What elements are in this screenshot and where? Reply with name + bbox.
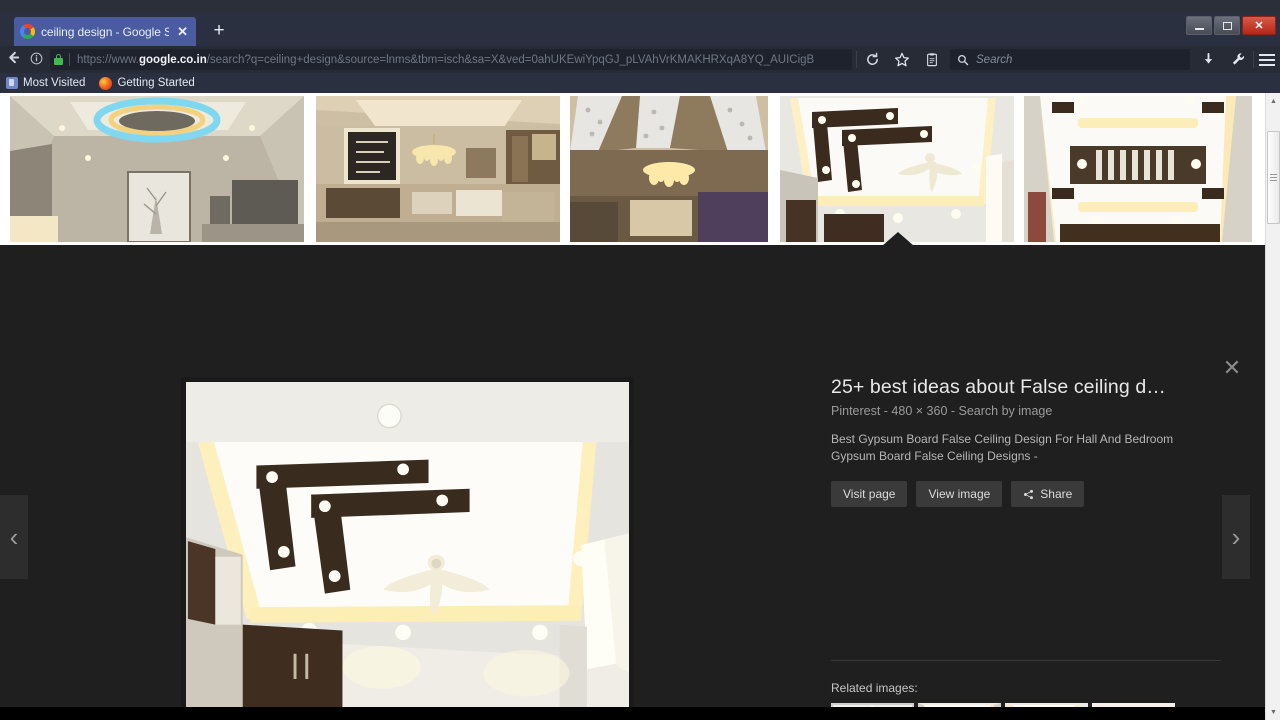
lock-icon xyxy=(54,54,63,65)
visit-page-label: Visit page xyxy=(843,487,896,502)
preview-image[interactable] xyxy=(186,382,629,712)
result-thumbnail[interactable] xyxy=(10,96,304,242)
most-visited-icon xyxy=(6,77,18,89)
related-images-label: Related images: xyxy=(831,681,918,695)
image-results-row-top xyxy=(0,93,1265,245)
tab-close-icon[interactable]: ✕ xyxy=(175,25,190,38)
google-icon xyxy=(20,24,35,39)
back-button[interactable] xyxy=(0,50,26,69)
image-description: Best Gypsum Board False Ceiling Design F… xyxy=(831,432,1174,464)
url-text: https://www.google.co.in/search?q=ceilin… xyxy=(77,53,815,66)
scroll-up-arrow-icon[interactable]: ▲ xyxy=(1266,93,1280,109)
search-bar[interactable]: Search xyxy=(950,49,1190,70)
chevron-right-icon: › xyxy=(1231,522,1241,552)
browser-window: ceiling design - Google Searc ✕ + ✕ http… xyxy=(0,0,1280,720)
next-image-button[interactable]: › xyxy=(1222,495,1250,579)
section-divider xyxy=(831,660,1221,661)
close-window-button[interactable]: ✕ xyxy=(1242,16,1276,35)
bookmark-most-visited[interactable]: Most Visited xyxy=(6,77,85,89)
view-image-label: View image xyxy=(928,487,991,502)
tab-ceiling-design[interactable]: ceiling design - Google Searc ✕ xyxy=(14,17,196,46)
reader-list-icon[interactable] xyxy=(917,48,947,72)
bookmarks-toolbar: Most Visited Getting Started xyxy=(0,73,1280,93)
visit-page-button[interactable]: Visit page xyxy=(831,481,908,508)
bookmark-label: Most Visited xyxy=(23,77,86,89)
previous-image-button[interactable]: ‹ xyxy=(0,495,28,579)
result-thumbnail[interactable] xyxy=(1024,96,1252,242)
tools-wrench-icon[interactable] xyxy=(1223,48,1253,72)
download-icon[interactable] xyxy=(1193,48,1223,72)
share-icon xyxy=(1024,489,1034,500)
bookmark-star-icon[interactable] xyxy=(887,48,917,72)
hamburger-menu-icon[interactable] xyxy=(1254,48,1280,72)
reload-icon[interactable] xyxy=(857,48,887,72)
navigation-toolbar: https://www.google.co.in/search?q=ceilin… xyxy=(0,46,1280,73)
page-scrollbar[interactable]: ▲ ▼ xyxy=(1265,93,1280,720)
tab-strip: ceiling design - Google Searc ✕ + xyxy=(0,14,1280,46)
firefox-icon xyxy=(99,76,113,90)
site-info-icon[interactable] xyxy=(26,52,46,68)
bookmark-label: Getting Started xyxy=(117,77,195,89)
window-controls: ✕ xyxy=(1184,16,1276,36)
preview-image-frame xyxy=(181,377,634,717)
title-bar xyxy=(0,0,1280,14)
bookmark-getting-started[interactable]: Getting Started xyxy=(99,76,195,90)
url-bar[interactable]: https://www.google.co.in/search?q=ceilin… xyxy=(50,49,852,70)
view-image-button[interactable]: View image xyxy=(916,481,1003,508)
search-placeholder: Search xyxy=(976,53,1013,66)
share-label: Share xyxy=(1040,487,1073,502)
result-thumbnail[interactable] xyxy=(316,96,560,242)
scroll-down-arrow-icon[interactable]: ▼ xyxy=(1266,704,1280,720)
share-button[interactable]: Share xyxy=(1011,481,1085,508)
page-content: ‹ › ✕ 25+ best ideas about False ceiling… xyxy=(0,93,1265,720)
scrollbar-thumb[interactable] xyxy=(1267,131,1280,224)
minimize-button[interactable] xyxy=(1186,16,1212,35)
image-title[interactable]: 25+ best ideas about False ceiling d… xyxy=(831,375,1231,399)
selection-pointer-triangle xyxy=(882,232,914,246)
image-detail-panel: ‹ › ✕ 25+ best ideas about False ceiling… xyxy=(0,232,1265,720)
image-info: 25+ best ideas about False ceiling d… Pi… xyxy=(831,375,1231,508)
result-thumbnail[interactable] xyxy=(570,96,768,242)
result-thumbnail[interactable] xyxy=(780,96,1014,242)
tab-title: ceiling design - Google Searc xyxy=(41,24,170,39)
new-tab-button[interactable]: + xyxy=(208,21,230,42)
chevron-left-icon: ‹ xyxy=(9,522,19,552)
restore-button[interactable] xyxy=(1214,16,1240,35)
url-divider xyxy=(69,53,70,66)
search-icon xyxy=(958,54,969,65)
bottom-letterbox xyxy=(0,707,1265,720)
image-meta: Pinterest - 480 × 360 - Search by image xyxy=(831,404,1053,419)
action-buttons: Visit page View image Share xyxy=(831,481,1231,508)
